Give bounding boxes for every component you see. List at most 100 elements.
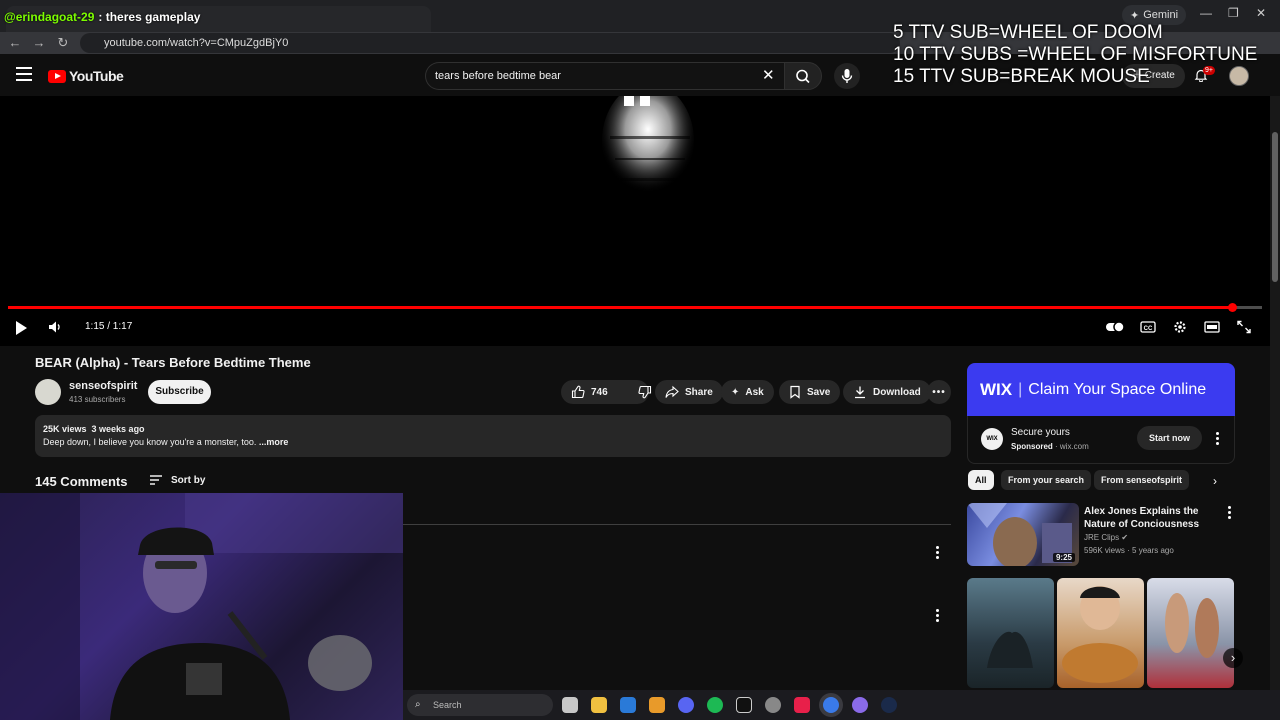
ad-start-now-button[interactable]: Start now xyxy=(1137,426,1202,450)
youtube-logo-text: YouTube xyxy=(69,68,124,84)
stream-chat-message: : theres gameplay xyxy=(98,10,201,24)
comments-count: 145 Comments xyxy=(35,474,128,489)
ask-button[interactable]: ✦ Ask xyxy=(721,380,774,404)
streamer-webcam-image xyxy=(0,493,403,720)
sort-label: Sort by xyxy=(171,474,206,486)
chip-all[interactable]: All xyxy=(968,470,994,490)
maximize-icon[interactable]: ❐ xyxy=(1228,6,1239,20)
save-label: Save xyxy=(807,386,831,398)
forward-icon[interactable]: → xyxy=(30,35,48,50)
recommendation-options-icon[interactable] xyxy=(1228,506,1232,521)
obs-icon[interactable] xyxy=(765,697,781,713)
short-thumbnail[interactable] xyxy=(1057,578,1144,688)
like-button[interactable]: 746 xyxy=(561,380,608,404)
ad-domain: · wix.com xyxy=(1052,442,1089,451)
stream-chat-user: @erindagoat-29 xyxy=(4,10,95,24)
more-horizontal-icon: ••• xyxy=(932,386,946,398)
video-progress-bar[interactable] xyxy=(8,303,1262,312)
task-view-icon[interactable] xyxy=(562,697,578,713)
stream-goal-1: 5 TTV SUB=WHEEL OF DOOM xyxy=(893,22,1163,43)
video-progress-fill xyxy=(8,306,1232,309)
spotify-icon[interactable] xyxy=(707,697,723,713)
dislike-button[interactable] xyxy=(628,385,652,399)
recommendation-channel[interactable]: JRE Clips ✔ xyxy=(1084,533,1128,542)
close-window-icon[interactable]: ✕ xyxy=(1256,6,1266,20)
settings-gear-icon[interactable] xyxy=(1172,320,1188,334)
page-scrollbar-thumb[interactable] xyxy=(1272,132,1278,282)
short-thumbnail[interactable] xyxy=(967,578,1054,688)
chevron-right-icon: › xyxy=(1230,650,1236,665)
ad-banner-brand: WIX xyxy=(980,379,1013,399)
shorts-next-button[interactable]: › xyxy=(1223,648,1243,668)
channel-subscriber-count: 413 subscribers xyxy=(69,395,126,404)
ad-details: WIX Secure yours Sponsored · wix.com Sta… xyxy=(967,416,1235,464)
description-box[interactable]: 25K views 3 weeks ago Deep down, I belie… xyxy=(35,415,951,457)
streamer-webcam xyxy=(0,493,403,720)
sort-comments-button[interactable]: Sort by xyxy=(149,474,205,486)
description-snippet: Deep down, I believe you know you're a m… xyxy=(43,437,259,447)
youtube-logo[interactable]: YouTube xyxy=(48,68,124,84)
address-bar[interactable]: youtube.com/watch?v=CMpuZgdBjY0 xyxy=(80,33,900,53)
stream-goal-2: 10 TTV SUBS =WHEEL OF MISFORTUNE xyxy=(893,44,1258,65)
ad-banner[interactable]: WIX | Claim Your Space Online xyxy=(967,363,1235,416)
captions-icon[interactable]: CC xyxy=(1140,320,1156,334)
search-button[interactable] xyxy=(784,62,822,90)
comments-divider xyxy=(403,524,951,525)
video-title: BEAR (Alpha) - Tears Before Bedtime Them… xyxy=(35,355,311,370)
video-player[interactable]: 1:15 / 1:17 CC xyxy=(0,96,1270,346)
subscribe-button[interactable]: Subscribe xyxy=(148,380,211,404)
description-more-link[interactable]: ...more xyxy=(259,437,289,447)
page-scrollbar[interactable] xyxy=(1270,96,1280,690)
ad-advertiser-logo[interactable]: WIX xyxy=(981,428,1003,450)
store-icon[interactable] xyxy=(620,697,636,713)
steam-icon[interactable] xyxy=(881,697,897,713)
share-button[interactable]: Share xyxy=(655,380,723,404)
reload-icon[interactable]: ↻ xyxy=(54,35,72,51)
capcut-icon[interactable] xyxy=(736,697,752,713)
search-input-value: tears before bedtime bear xyxy=(435,70,561,82)
minimize-icon[interactable]: — xyxy=(1200,6,1212,20)
recommendation-meta: 596K views · 5 years ago xyxy=(1084,546,1174,555)
chip-from-channel[interactable]: From senseofspirit xyxy=(1094,470,1190,490)
comment-options-icon[interactable] xyxy=(936,546,940,561)
video-scrubber-handle[interactable] xyxy=(1227,303,1237,312)
chip-from-your-search[interactable]: From your search xyxy=(1001,470,1092,490)
ad-options-icon[interactable] xyxy=(1216,432,1220,447)
save-button[interactable]: Save xyxy=(779,380,841,404)
channel-name[interactable]: senseofspirit xyxy=(69,380,137,392)
recommendation-title[interactable]: Alex Jones Explains the Nature of Concio… xyxy=(1084,505,1224,531)
more-actions-button[interactable]: ••• xyxy=(927,380,951,404)
download-button[interactable]: Download xyxy=(843,380,931,404)
short-thumbnail-image xyxy=(1165,593,1219,658)
download-label: Download xyxy=(873,386,921,398)
search-input[interactable]: tears before bedtime bear xyxy=(425,62,784,90)
theater-mode-icon[interactable] xyxy=(1204,320,1220,334)
recommendation-thumbnail[interactable]: 9:25 xyxy=(967,503,1079,566)
channel-avatar[interactable] xyxy=(35,379,61,405)
clear-search-icon[interactable]: ✕ xyxy=(762,66,775,84)
autoplay-toggle-icon[interactable] xyxy=(1106,320,1126,334)
stream-goals-overlay: 5 TTV SUB=WHEEL OF DOOM 10 TTV SUBS =WHE… xyxy=(893,22,1257,88)
chrome-icon[interactable] xyxy=(823,697,839,713)
short-thumbnail[interactable] xyxy=(1147,578,1234,688)
menu-icon[interactable] xyxy=(16,67,32,81)
file-explorer-icon[interactable] xyxy=(591,697,607,713)
tiktok-icon[interactable] xyxy=(794,697,810,713)
ad-title[interactable]: Secure yours xyxy=(1011,427,1070,438)
comment-options-icon[interactable] xyxy=(936,609,940,624)
voice-search-button[interactable] xyxy=(834,63,860,89)
app-icon[interactable] xyxy=(852,697,868,713)
taskbar-search[interactable]: Search xyxy=(407,694,553,716)
back-icon[interactable]: ← xyxy=(6,35,24,50)
brave-browser-icon[interactable] xyxy=(649,697,665,713)
ad-sponsored-line: Sponsored · wix.com xyxy=(1011,442,1089,451)
discord-icon[interactable] xyxy=(678,697,694,713)
play-icon[interactable] xyxy=(16,321,27,335)
chevron-right-icon[interactable]: › xyxy=(1213,474,1217,488)
like-count: 746 xyxy=(591,386,608,398)
short-thumbnail-image xyxy=(987,631,1033,668)
share-label: Share xyxy=(685,386,713,398)
fullscreen-icon[interactable] xyxy=(1236,320,1252,334)
share-icon xyxy=(665,385,679,398)
volume-icon[interactable] xyxy=(48,320,62,334)
